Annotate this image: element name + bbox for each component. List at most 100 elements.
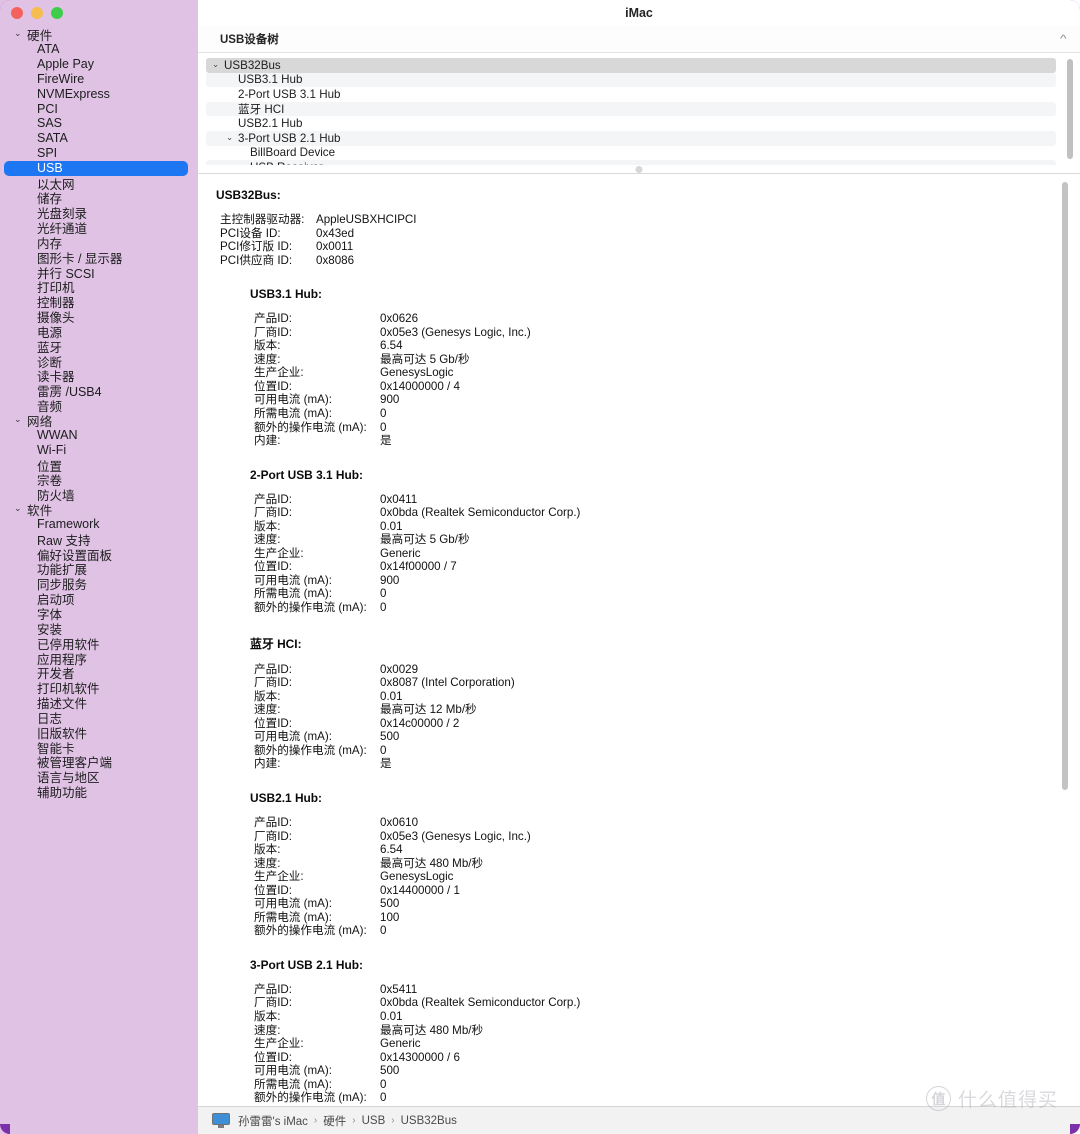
property-key: 额外的操作电流 (mA): (254, 924, 367, 938)
property-value: 最高可达 480 Mb/秒 (380, 856, 484, 870)
sidebar-item-雷雳-/usb4[interactable]: 雷雳 /USB4 (0, 383, 198, 399)
property-key: 厂商ID: (254, 676, 293, 690)
tree-row[interactable]: 2-Port USB 3.1 Hub (206, 87, 1056, 102)
minimize-button[interactable] (31, 7, 43, 19)
tree-row-label: USB32Bus (224, 58, 281, 72)
sidebar-item-储存[interactable]: 储存 (0, 190, 198, 206)
sidebar-item-控制器[interactable]: 控制器 (0, 294, 198, 310)
property-row: 产品ID: 0x5411 (198, 983, 1080, 997)
property-value: 0x14f00000 / 7 (380, 560, 457, 574)
chevron-down-icon[interactable]: ⌄ (212, 59, 224, 70)
sidebar-item-wi-fi[interactable]: Wi-Fi (0, 443, 198, 458)
property-value: 0 (380, 587, 387, 601)
sidebar-item-sata[interactable]: SATA (0, 131, 198, 146)
sidebar-item-usb[interactable]: USB (4, 160, 188, 176)
sidebar-item-描述文件[interactable]: 描述文件 (0, 695, 198, 711)
sidebar-item-日志[interactable]: 日志 (0, 710, 198, 726)
usb-device-tree-header[interactable]: USB设备树 ^ (198, 26, 1080, 53)
sidebar-item-诊断[interactable]: 诊断 (0, 354, 198, 370)
chevron-down-icon[interactable]: ⌄ (14, 28, 25, 39)
sidebar-item-label: NVMExpress (37, 86, 110, 101)
sidebar-item-nvmexpress[interactable]: NVMExpress (0, 86, 198, 101)
sidebar-item-以太网[interactable]: 以太网 (0, 176, 198, 192)
sidebar-item-蓝牙[interactable]: 蓝牙 (0, 339, 198, 355)
sidebar-item-打印机软件[interactable]: 打印机软件 (0, 680, 198, 696)
sidebar-item-光纤通道[interactable]: 光纤通道 (0, 220, 198, 236)
sidebar-item-字体[interactable]: 字体 (0, 606, 198, 622)
tree-row[interactable]: BillBoard Device (206, 146, 1056, 161)
sidebar-item-图形卡-/-显示器[interactable]: 图形卡 / 显示器 (0, 250, 198, 266)
property-key: 产品ID: (254, 492, 293, 506)
sidebar-item-辅助功能[interactable]: 辅助功能 (0, 784, 198, 800)
sidebar-item-ata[interactable]: ATA (0, 42, 198, 57)
tree-row[interactable]: ⌄ USB32Bus (206, 58, 1056, 73)
sidebar-item-偏好设置面板[interactable]: 偏好设置面板 (0, 547, 198, 563)
sidebar-item-电源[interactable]: 电源 (0, 324, 198, 340)
property-value: 0x0011 (316, 240, 354, 254)
usb-device-tree-list[interactable]: ⌄ USB32Bus USB3.1 Hub 2-Port USB 3.1 Hub 蓝牙 … (198, 53, 1080, 165)
breadcrumb-item[interactable]: 硬件 (323, 1113, 346, 1129)
sidebar-item-打印机[interactable]: 打印机 (0, 280, 198, 295)
resize-grip-icon[interactable] (635, 166, 643, 173)
detail-scrollbar-thumb[interactable] (1062, 182, 1068, 790)
property-key: 额外的操作电流 (mA): (254, 1091, 367, 1105)
tree-row[interactable]: ⌄ 3-Port USB 2.1 Hub (206, 130, 1056, 146)
property-value: 0x05e3 (Genesys Logic, Inc.) (380, 325, 531, 339)
close-button[interactable] (11, 7, 23, 19)
breadcrumb-item[interactable]: USB32Bus (401, 1115, 457, 1127)
detail-content: USB32Bus: 主控制器驱动器: AppleUSBXHCIPCI PCI设备 ID… (198, 174, 1080, 1106)
tree-row[interactable]: 蓝牙 HCI (206, 101, 1056, 117)
sidebar-item-pci[interactable]: PCI (0, 101, 198, 116)
tree-scrollbar-thumb[interactable] (1067, 59, 1073, 159)
property-key: 可用电流 (mA): (254, 897, 332, 911)
property-value: 是 (380, 757, 392, 771)
detail-vertical-scrollbar[interactable] (1062, 182, 1068, 790)
chevron-up-icon[interactable]: ^ (1060, 34, 1067, 45)
tree-split-resize-handle[interactable] (198, 165, 1080, 173)
property-row: 厂商ID: 0x0bda (Realtek Semiconductor Corp.… (198, 996, 1080, 1010)
sidebar-item-firewire[interactable]: FireWire (0, 72, 198, 87)
sidebar-item-apple-pay[interactable]: Apple Pay (0, 57, 198, 72)
sidebar-item-宗卷[interactable]: 宗卷 (0, 472, 198, 488)
sidebar-item-光盘刻录[interactable]: 光盘刻录 (0, 205, 198, 221)
sidebar-item-已停用软件[interactable]: 已停用软件 (0, 636, 198, 652)
property-key: 额外的操作电流 (mA): (254, 420, 367, 434)
property-key: 位置ID: (254, 1050, 293, 1064)
property-list: 产品ID: 0x0029 厂商ID: 0x8087 (Intel Corporatio… (198, 663, 1080, 771)
sidebar-item-同步服务[interactable]: 同步服务 (0, 576, 198, 592)
sidebar-group-2[interactable]: ⌄ 软件 (0, 502, 198, 518)
tree-row[interactable]: USB2.1 Hub (206, 116, 1056, 131)
sidebar-item-wwan[interactable]: WWAN (0, 428, 198, 443)
property-value: 6.54 (380, 339, 403, 353)
property-row: 版本: 6.54 (198, 843, 1080, 857)
sidebar-item-应用程序[interactable]: 应用程序 (0, 651, 198, 667)
sidebar-item-sas[interactable]: SAS (0, 116, 198, 131)
breadcrumb-item[interactable]: USB (362, 1115, 386, 1127)
tree-row[interactable]: USB3.1 Hub (206, 72, 1056, 88)
tree-vertical-scrollbar[interactable] (1067, 59, 1073, 159)
sidebar-item-并行-scsi[interactable]: 并行 SCSI (0, 265, 198, 281)
sidebar-item-spi[interactable]: SPI (0, 146, 198, 161)
sidebar-item-旧版软件[interactable]: 旧版软件 (0, 725, 198, 741)
sidebar-item-启动项[interactable]: 启动项 (0, 591, 198, 607)
breadcrumb-item[interactable]: 孙雷雷's iMac (238, 1113, 308, 1129)
sidebar-item-位置[interactable]: 位置 (0, 458, 198, 474)
property-key: 生产企业: (254, 1037, 304, 1051)
sidebar-item-语言与地区[interactable]: 语言与地区 (0, 769, 198, 785)
property-key: 速度: (254, 703, 281, 717)
sidebar-item-功能扩展[interactable]: 功能扩展 (0, 562, 198, 577)
chevron-down-icon[interactable]: ⌄ (226, 132, 238, 143)
property-row: 厂商ID: 0x0bda (Realtek Semiconductor Corp.… (198, 506, 1080, 520)
sidebar-item-摄像头[interactable]: 摄像头 (0, 309, 198, 325)
content-area: iMac USB设备树 ^ ⌄ USB32Bus USB3.1 Hub 2-Port … (198, 0, 1080, 1134)
sidebar-group-1[interactable]: ⌄ 网络 (0, 413, 198, 429)
sidebar-item-framework[interactable]: Framework (0, 517, 198, 532)
tree-row-label: USB2.1 Hub (238, 117, 303, 131)
zoom-button[interactable] (51, 7, 63, 19)
sidebar-item-label: Apple Pay (37, 57, 94, 72)
property-row: 可用电流 (mA): 500 (198, 1064, 1080, 1078)
chevron-down-icon[interactable]: ⌄ (14, 414, 25, 425)
chevron-down-icon[interactable]: ⌄ (14, 503, 25, 514)
property-value: Generic (380, 546, 421, 560)
sidebar-group-0[interactable]: ⌄ 硬件 (0, 27, 198, 43)
